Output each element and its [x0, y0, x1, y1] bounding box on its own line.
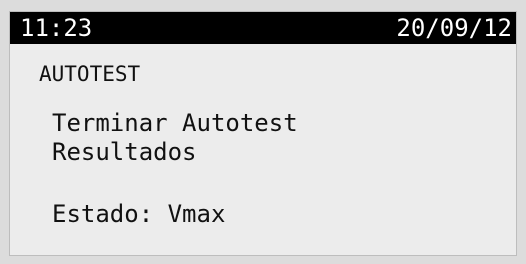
clock-time: 11:23 [20, 14, 93, 42]
status-bar: 11:23 20/09/12 [10, 12, 516, 44]
screen-title: AUTOTEST [39, 62, 141, 86]
lcd-screen: 11:23 20/09/12 AUTOTEST Terminar Autotes… [9, 11, 517, 256]
status-text: Estado: Vmax [52, 200, 226, 228]
menu-item-terminar-autotest[interactable]: Terminar Autotest [52, 109, 298, 137]
clock-date: 20/09/12 [396, 14, 512, 42]
menu-item-resultados[interactable]: Resultados [52, 138, 197, 166]
device-frame: 11:23 20/09/12 AUTOTEST Terminar Autotes… [0, 0, 526, 264]
